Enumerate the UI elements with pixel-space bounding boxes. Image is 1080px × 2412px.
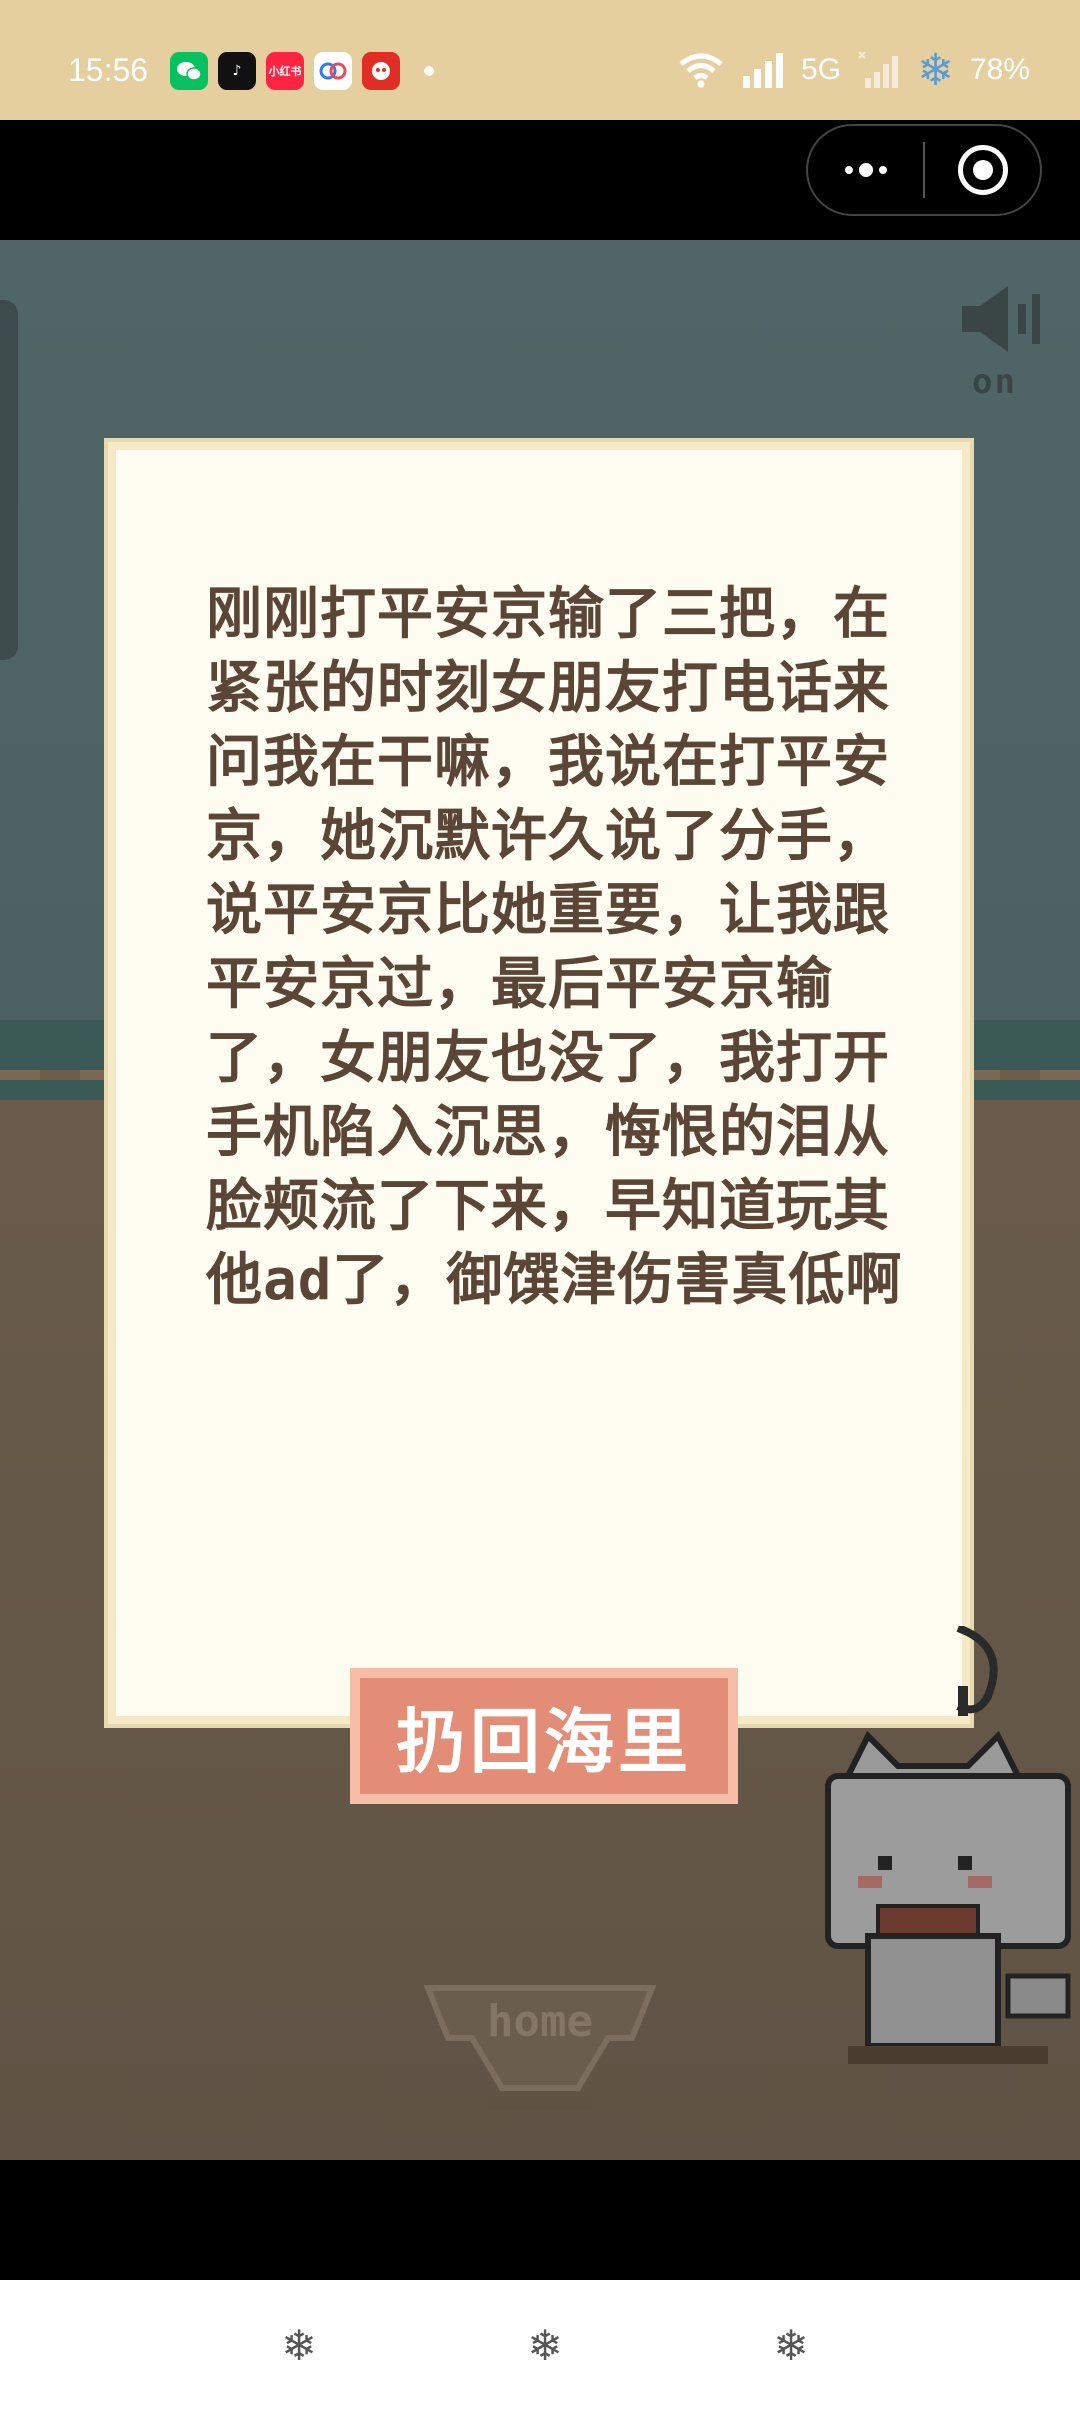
snowflake-nav-home-icon[interactable]: ❄ <box>520 2320 570 2370</box>
bottom-safe-area <box>0 2160 1080 2280</box>
snowflake-battery-icon: ❄ <box>917 45 954 95</box>
tiktok-glyph: ♪ <box>232 63 242 79</box>
signal-weak-icon <box>858 51 899 88</box>
tiktok-icon: ♪ <box>218 52 256 90</box>
cat-sprite-icon <box>825 1624 1071 2064</box>
wechat-icon <box>170 52 208 90</box>
notification-dot <box>424 66 434 76</box>
home-button[interactable]: home <box>418 1978 662 2128</box>
signal-icon <box>743 53 784 88</box>
side-drawer-tab[interactable] <box>0 300 18 660</box>
bottle-message-text: 刚刚打平安京输了三把，在紧张的时刻女朋友打电话来问我在干嘛，我说在打平安京，她沉… <box>206 582 903 1313</box>
home-label: home <box>487 1996 593 2047</box>
snowflake-nav-back-icon[interactable]: ❄ <box>274 2320 324 2370</box>
sound-toggle[interactable]: on <box>962 284 1052 404</box>
xiaohongshu-label: 小红书 <box>268 65 302 78</box>
system-nav-bar: ❄ ❄ ❄ <box>0 2280 1080 2412</box>
pinduoduo-icon <box>362 52 400 90</box>
capsule-menu <box>806 124 1042 216</box>
wifi-icon <box>679 53 723 88</box>
more-dots-icon[interactable] <box>808 126 923 214</box>
xiaohongshu-icon: 小红书 <box>266 52 304 90</box>
status-right: 5G ❄ 78% <box>677 46 1030 95</box>
throw-back-button[interactable]: 扔回海里 <box>350 1668 738 1804</box>
game-canvas: on 刚刚打平安京输了三把，在紧张的时刻女朋友打电话来问我在干嘛，我说在打平安京… <box>0 240 1080 2160</box>
bottle-message-card: 刚刚打平安京输了三把，在紧张的时刻女朋友打电话来问我在干嘛，我说在打平安京，她沉… <box>108 442 970 1724</box>
mini-program-bar <box>0 120 1080 240</box>
status-time: 15:56 <box>68 52 149 88</box>
status-bar: 15:56 ♪ 小红书 5G ❄ 78% <box>0 0 1080 120</box>
network-type: 5G <box>801 53 842 86</box>
speaker-icon <box>962 286 1040 352</box>
battery-level: 78% <box>969 53 1030 86</box>
sound-state-label: on <box>972 362 1017 402</box>
snowflake-nav-recent-icon[interactable]: ❄ <box>766 2320 816 2370</box>
baidu-netdisk-icon <box>314 52 352 90</box>
throw-back-label: 扔回海里 <box>360 1678 728 1794</box>
target-close-icon[interactable] <box>925 126 1040 214</box>
pixel-cat-character[interactable] <box>808 1624 1080 2086</box>
